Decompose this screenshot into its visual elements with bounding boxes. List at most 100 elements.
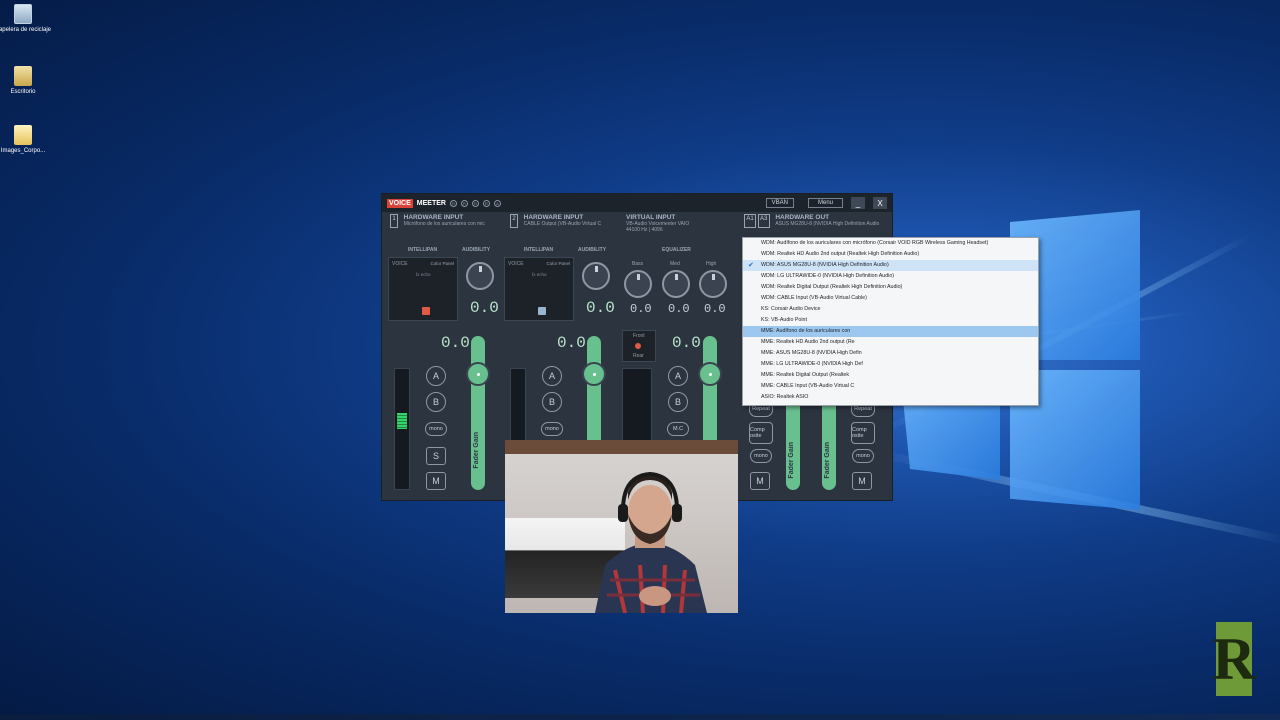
check-icon: ✔ bbox=[748, 262, 754, 269]
eq-high-value: 0.0 bbox=[704, 302, 726, 316]
dropdown-item[interactable]: WDM: Audífono de los auriculares con mic… bbox=[743, 238, 1038, 249]
intellipan-label: INTELLIPAN bbox=[524, 247, 554, 253]
intellipan-label: INTELLIPAN bbox=[408, 247, 438, 253]
front-rear-pad[interactable]: Front Rear bbox=[622, 330, 656, 362]
a3-button[interactable]: A3 bbox=[757, 214, 770, 228]
a1-button[interactable]: A1 bbox=[744, 214, 756, 228]
strip-header-2[interactable]: 2 HARDWARE INPUT CABLE Output (VB-Audio … bbox=[510, 214, 601, 242]
bus-a-button[interactable]: A bbox=[426, 366, 446, 386]
eq-med-knob[interactable] bbox=[662, 270, 690, 298]
dropdown-item-label: MME: Audífono de los auriculares con bbox=[761, 328, 851, 334]
composite-button-1[interactable]: Comp osite bbox=[749, 422, 773, 444]
fader-label: Fader Gain bbox=[473, 432, 480, 469]
out-fader-1[interactable]: Fader Gain bbox=[786, 394, 800, 490]
mute-button-out2[interactable]: M bbox=[852, 472, 872, 490]
shelf bbox=[505, 440, 738, 454]
taskbar-edge bbox=[0, 714, 1280, 720]
dropdown-item[interactable]: WDM: LG ULTRAWIDE-0 (NVIDIA High Definit… bbox=[743, 271, 1038, 282]
title-toggle-3[interactable]: R bbox=[471, 199, 479, 207]
dropdown-item[interactable]: MME: Realtek HD Audio 2nd output (Re bbox=[743, 337, 1038, 348]
desktop-icon-images[interactable]: Images_Corpo... bbox=[0, 125, 53, 155]
mc-button[interactable]: M.C bbox=[667, 422, 689, 436]
dropdown-item[interactable]: MME: Realtek Digital Output (Realtek bbox=[743, 370, 1038, 381]
webcam-overlay bbox=[505, 440, 738, 613]
menu-button[interactable]: Menu bbox=[807, 198, 843, 208]
bus-b-button[interactable]: B bbox=[668, 392, 688, 412]
eq-bass-knob[interactable] bbox=[624, 270, 652, 298]
title-toggle-2[interactable]: R bbox=[460, 199, 468, 207]
dropdown-item[interactable]: MME: CABLE Input (VB-Audio Virtual C bbox=[743, 381, 1038, 392]
bass-label: Bass bbox=[632, 261, 644, 267]
dropdown-item-label: MME: ASUS MG28U-8 (NVIDIA High Defin bbox=[761, 350, 862, 356]
mute-button-out1[interactable]: M bbox=[750, 472, 770, 490]
strip-device: Micrófono de los auriculares con mic bbox=[403, 221, 485, 227]
close-button[interactable]: X bbox=[873, 197, 887, 209]
pan-handle[interactable] bbox=[422, 307, 430, 315]
fader-handle[interactable] bbox=[582, 362, 606, 386]
dropdown-item[interactable]: MME: ASUS MG28U-8 (NVIDIA High Defin bbox=[743, 348, 1038, 359]
fx-echo-label: fx echo bbox=[416, 272, 431, 277]
dropdown-item[interactable]: MME: LG ULTRAWIDE-0 (NVIDIA High Def bbox=[743, 359, 1038, 370]
dropdown-item-selected[interactable]: ✔ WDM: ASUS MG28U-8 (NVIDIA High Definiti… bbox=[743, 260, 1038, 271]
title-toggle-1[interactable]: R bbox=[449, 199, 457, 207]
fader-handle[interactable] bbox=[698, 362, 722, 386]
intellipan-pad[interactable]: VOICE Color Panel fx echo bbox=[388, 257, 458, 321]
desktop-icon-label: Escritorio bbox=[10, 89, 36, 95]
output-device-dropdown[interactable]: WDM: Audífono de los auriculares con mic… bbox=[742, 237, 1039, 406]
dropdown-item-hovered[interactable]: MME: Audífono de los auriculares con bbox=[743, 326, 1038, 337]
mono-button[interactable]: mono bbox=[541, 422, 563, 436]
dropdown-item-label: WDM: Realtek HD Audio 2nd output (Realte… bbox=[761, 251, 920, 257]
eq-high-knob[interactable] bbox=[699, 270, 727, 298]
out-fader-2[interactable]: Fader Gain bbox=[822, 394, 836, 490]
title-toggle-5[interactable]: A bbox=[493, 199, 501, 207]
med-label: Med bbox=[670, 261, 680, 267]
dropdown-item-label: WDM: Audífono de los auriculares con mic… bbox=[761, 240, 989, 246]
fader-handle[interactable] bbox=[466, 362, 490, 386]
strip-header-virtual[interactable]: VIRTUAL INPUT VB-Audio Voicemeeter VAIO … bbox=[622, 214, 689, 242]
audibility-value: 0.0 bbox=[470, 299, 499, 317]
bus-b-button[interactable]: B bbox=[542, 392, 562, 412]
gain-value: 0.0 bbox=[672, 334, 701, 352]
logo-voice: VOICE bbox=[387, 198, 413, 208]
dropdown-item[interactable]: WDM: Realtek HD Audio 2nd output (Realte… bbox=[743, 249, 1038, 260]
minimize-button[interactable]: _ bbox=[851, 197, 865, 209]
bus-a-button[interactable]: A bbox=[668, 366, 688, 386]
dropdown-item[interactable]: KS: VB-Audio Point bbox=[743, 315, 1038, 326]
audibility-knob[interactable] bbox=[466, 262, 494, 290]
bus-a-button[interactable]: A bbox=[542, 366, 562, 386]
gain-fader[interactable]: Fader Gain bbox=[466, 336, 490, 490]
equalizer-label: EQUALIZER bbox=[662, 247, 691, 253]
front-label: Front bbox=[633, 333, 645, 339]
dropdown-item-label: MME: Realtek HD Audio 2nd output (Re bbox=[761, 339, 855, 345]
color-panel-label: Color Panel bbox=[546, 261, 570, 266]
bus-b-button[interactable]: B bbox=[426, 392, 446, 412]
mute-button[interactable]: M bbox=[426, 472, 446, 490]
dropdown-item-label: WDM: ASUS MG28U-8 (NVIDIA High Definitio… bbox=[761, 262, 889, 268]
dropdown-item[interactable]: WDM: Realtek Digital Output (Realtek Hig… bbox=[743, 282, 1038, 293]
title-toggle-4[interactable]: R bbox=[482, 199, 490, 207]
audibility-label: AUDIBILITY bbox=[578, 247, 607, 253]
dropdown-item[interactable]: KS: Corsair Audio Device bbox=[743, 304, 1038, 315]
composite-button-2[interactable]: Comp osite bbox=[851, 422, 875, 444]
dropdown-item[interactable]: ASIO: Realtek ASIO bbox=[743, 392, 1038, 403]
audibility-knob[interactable] bbox=[582, 262, 610, 290]
dropdown-item[interactable]: WDM: CABLE Input (VB-Audio Virtual Cable… bbox=[743, 293, 1038, 304]
pan-handle[interactable] bbox=[538, 307, 546, 315]
mono-button[interactable]: mono bbox=[425, 422, 447, 436]
voice-label: VOICE bbox=[392, 261, 408, 267]
mono-button-out1[interactable]: mono bbox=[750, 449, 772, 463]
intellipan-pad[interactable]: VOICE Color Panel fx echo bbox=[504, 257, 574, 321]
solo-button[interactable]: S bbox=[426, 447, 446, 465]
strip-sub: 44100 Hz | 4096 bbox=[626, 227, 663, 233]
dropdown-item-label: MME: LG ULTRAWIDE-0 (NVIDIA High Def bbox=[761, 361, 863, 367]
presenter-figure bbox=[595, 471, 707, 613]
dropdown-item-label: ASIO: Realtek ASIO bbox=[761, 394, 809, 400]
desktop-icon-recycle-bin[interactable]: Papelera de reciclaje bbox=[0, 4, 53, 34]
dropdown-item-label: MME: CABLE Input (VB-Audio Virtual C bbox=[761, 383, 855, 389]
desktop-icon-escritorio[interactable]: Escritorio bbox=[0, 66, 53, 96]
mono-button-out2[interactable]: mono bbox=[852, 449, 874, 463]
pan-handle[interactable] bbox=[635, 343, 641, 349]
vban-button[interactable]: VBAN bbox=[765, 198, 794, 208]
strip-header-1[interactable]: 1 HARDWARE INPUT Micrófono de los auricu… bbox=[390, 214, 485, 242]
fader-label: Fader Gain bbox=[824, 442, 831, 479]
